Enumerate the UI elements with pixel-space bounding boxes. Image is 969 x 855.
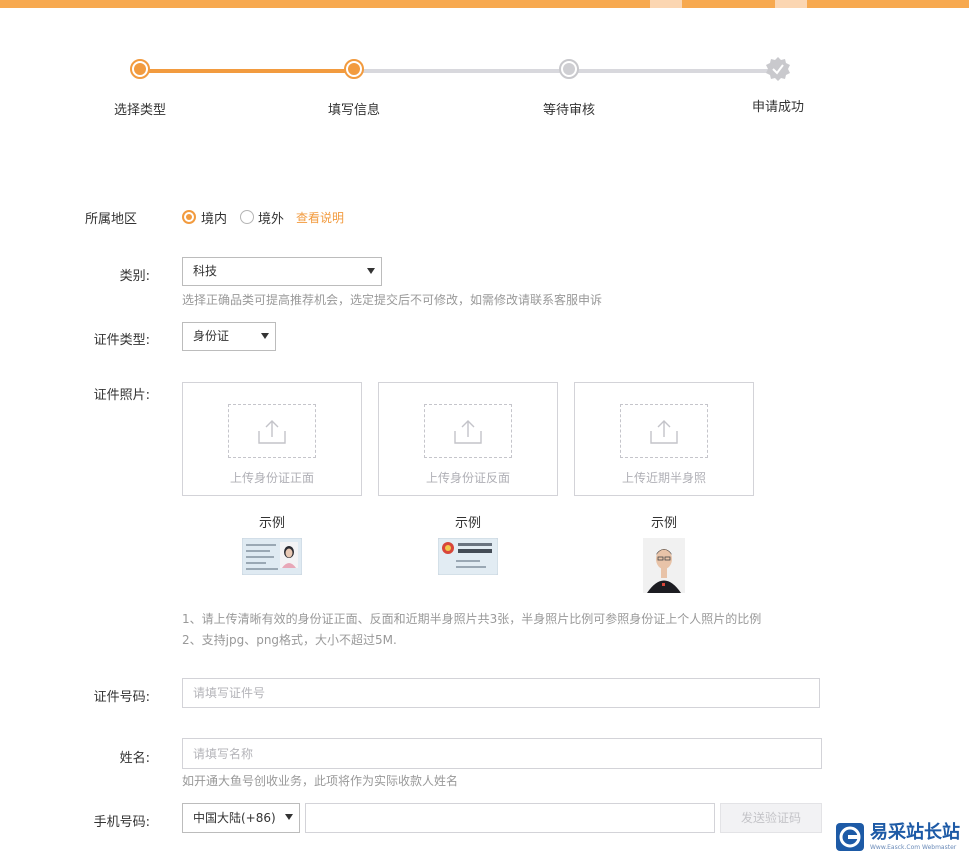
upload-icon (454, 420, 482, 444)
category-value: 科技 (193, 264, 218, 278)
country-code-value: 中国大陆(+86) (193, 811, 276, 825)
example-label: 示例 (650, 516, 677, 531)
view-explanation-link[interactable]: 查看说明 (296, 209, 344, 226)
name-input[interactable]: 请填写名称 (182, 738, 822, 769)
upload-icon (258, 420, 286, 444)
country-code-select[interactable]: 中国大陆(+86) (182, 803, 300, 833)
upload-id-back[interactable]: 上传身份证反面 (378, 382, 558, 496)
phone-input[interactable] (305, 803, 715, 833)
category-select[interactable]: 科技 (182, 257, 382, 286)
progress-steps: 选择类型 填写信息 等待审核 申请成功 (0, 50, 969, 130)
region-overseas-label: 境外 (258, 212, 285, 227)
id-number-input[interactable]: 请填写证件号 (182, 678, 820, 708)
chevron-down-icon (367, 267, 375, 274)
category-hint: 选择正确品类可提高推荐机会，选定提交后不可修改，如需修改请联系客服申诉 (182, 293, 603, 307)
id-number-label: 证件号码: (93, 690, 150, 705)
id-back-example-image (438, 538, 498, 575)
photo-note-2: 2、支持jpg、png格式，大小不超过5M. (182, 633, 397, 647)
step-label: 填写信息 (327, 103, 380, 118)
upload-dropzone (424, 404, 512, 458)
name-hint: 如开通大鱼号创收业务，此项将作为实际收款人姓名 (182, 774, 459, 788)
upload-dropzone (620, 404, 708, 458)
step-success: 申请成功 (718, 50, 838, 115)
watermark-logo-icon (836, 823, 864, 851)
step-pending-dot-icon (559, 59, 579, 79)
chevron-down-icon (261, 332, 269, 339)
upload-half-photo[interactable]: 上传近期半身照 (574, 382, 754, 496)
region-label: 所属地区 (84, 212, 137, 227)
step-done-dot-icon (130, 59, 150, 79)
top-accent-bar (0, 0, 969, 8)
upload-icon (650, 420, 678, 444)
id-type-select[interactable]: 身份证 (182, 322, 276, 351)
id-type-value: 身份证 (193, 329, 230, 343)
id-photo-label: 证件照片: (93, 388, 150, 403)
photo-note-1: 1、请上传清晰有效的身份证正面、反面和近期半身照片共3张，半身照片比例可参照身份… (182, 612, 762, 626)
id-number-placeholder: 请填写证件号 (193, 686, 266, 700)
id-front-example-image (242, 538, 302, 575)
step-done-dot-icon (344, 59, 364, 79)
upload-caption: 上传近期半身照 (621, 471, 706, 485)
watermark-subtitle: Www.Easck.Com Webmaster (870, 844, 957, 851)
upload-caption: 上传身份证反面 (425, 471, 510, 485)
region-domestic-label: 境内 (201, 212, 228, 227)
category-label: 类别: (119, 269, 150, 284)
region-overseas-radio[interactable] (240, 210, 254, 224)
phone-label: 手机号码: (93, 815, 150, 830)
example-label: 示例 (454, 516, 481, 531)
chevron-down-icon (285, 814, 293, 820)
watermark-title: 易采站长站 (870, 822, 960, 843)
name-label: 姓名: (119, 751, 150, 766)
step-fill-info: 填写信息 (294, 50, 414, 118)
step-wait-review: 等待审核 (509, 50, 629, 118)
name-placeholder: 请填写名称 (193, 746, 254, 761)
top-bar-stripe (650, 0, 682, 8)
upload-caption: 上传身份证正面 (229, 471, 314, 485)
step-label: 等待审核 (542, 103, 595, 118)
upload-dropzone (228, 404, 316, 458)
upload-id-front[interactable]: 上传身份证正面 (182, 382, 362, 496)
region-domestic-radio[interactable] (182, 210, 196, 224)
success-badge-icon (765, 56, 791, 82)
step-select-type: 选择类型 (80, 50, 200, 118)
top-bar-stripe (775, 0, 807, 8)
site-watermark: 易采站长站 Www.Easck.Com Webmaster (834, 820, 969, 854)
id-type-label: 证件类型: (93, 333, 150, 348)
send-code-button[interactable]: 发送验证码 (720, 803, 822, 833)
step-label: 申请成功 (751, 100, 804, 115)
example-label: 示例 (258, 516, 285, 531)
half-photo-example-image (643, 538, 685, 593)
step-label: 选择类型 (113, 103, 166, 118)
